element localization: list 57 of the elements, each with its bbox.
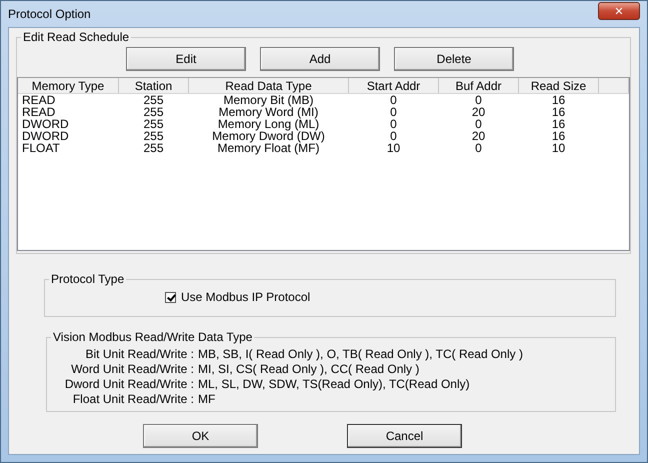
type-value: MF — [198, 392, 216, 406]
table-cell: READ — [18, 94, 118, 106]
table-cell-text: 10 — [550, 142, 566, 154]
ok-button[interactable]: OK — [143, 424, 258, 448]
column-header[interactable]: Buf Addr — [438, 78, 518, 94]
table-cell-text: 255 — [142, 106, 165, 118]
table-cell: 16 — [518, 94, 598, 106]
table-cell-text: 0 — [389, 130, 398, 142]
table-cell-text: 16 — [550, 106, 566, 118]
table-cell-text: 16 — [550, 130, 566, 142]
type-label: Dword Unit Read/Write : — [64, 377, 194, 391]
group-title: Edit Read Schedule — [22, 30, 130, 44]
type-label: Float Unit Read/Write : — [72, 392, 194, 406]
table-cell-text: 10 — [386, 142, 402, 154]
column-header[interactable]: Read Size — [518, 78, 598, 94]
table-cell-text: 0 — [474, 118, 483, 130]
table-cell-text: 255 — [142, 142, 165, 154]
schedule-list[interactable] — [17, 77, 630, 251]
table-cell: 0 — [438, 94, 518, 106]
table-cell: Memory Bit (MB) — [188, 94, 348, 106]
cancel-button[interactable]: Cancel — [347, 424, 462, 448]
table-cell-text: 0 — [389, 118, 398, 130]
table-cell: Memory Float (MF) — [188, 142, 348, 154]
action-button[interactable]: Add — [260, 47, 380, 71]
action-button[interactable]: Delete — [394, 47, 514, 71]
table-cell-text: DWORD — [21, 130, 70, 142]
table-cell: 255 — [118, 94, 188, 106]
table-cell-text: 255 — [142, 130, 165, 142]
column-header[interactable]: Start Addr — [348, 78, 438, 94]
type-label: Word Unit Read/Write : — [70, 362, 194, 376]
column-header[interactable]: Station — [118, 78, 188, 94]
table-cell-text: 255 — [142, 118, 165, 130]
checkbox[interactable] — [165, 292, 176, 302]
table-cell-text: FLOAT — [21, 142, 61, 154]
table-cell-text: Memory Long (ML) — [216, 118, 320, 130]
group-title: Vision Modbus Read/Write Data Type — [52, 330, 254, 344]
table-cell-text: DWORD — [21, 118, 70, 130]
column-header[interactable]: Memory Type — [18, 78, 118, 94]
type-value: MB, SB, I( Read Only ), O, TB( Read Only ), TC( Read Only ) — [198, 347, 524, 361]
action-button[interactable]: Edit — [126, 47, 246, 71]
table-cell: 0 — [348, 94, 438, 106]
column-header[interactable]: Read Data Type — [188, 78, 348, 94]
group-title: Protocol Type — [50, 272, 126, 286]
checkbox-label[interactable]: Use Modbus IP Protocol — [181, 290, 310, 304]
type-value: MI, SI, CS( Read Only ), CC( Read Only ) — [198, 362, 420, 376]
table-cell-text: Memory Word (MI) — [218, 106, 320, 118]
table-cell-text: 0 — [389, 106, 398, 118]
table-cell-text: 20 — [470, 106, 486, 118]
window-title: Protocol Option — [8, 7, 91, 21]
table-cell-text: 16 — [550, 118, 566, 130]
table-cell-text: Memory Dword (DW) — [211, 130, 326, 142]
table-cell-text: READ — [21, 106, 56, 118]
table-cell-text: 0 — [474, 142, 483, 154]
type-label: Bit Unit Read/Write : — [84, 347, 194, 361]
type-value: ML, SL, DW, SDW, TS(Read Only), TC(Read Only) — [198, 377, 471, 391]
table-cell-text: 20 — [470, 130, 486, 142]
close-button[interactable]: ✕ — [598, 2, 640, 20]
